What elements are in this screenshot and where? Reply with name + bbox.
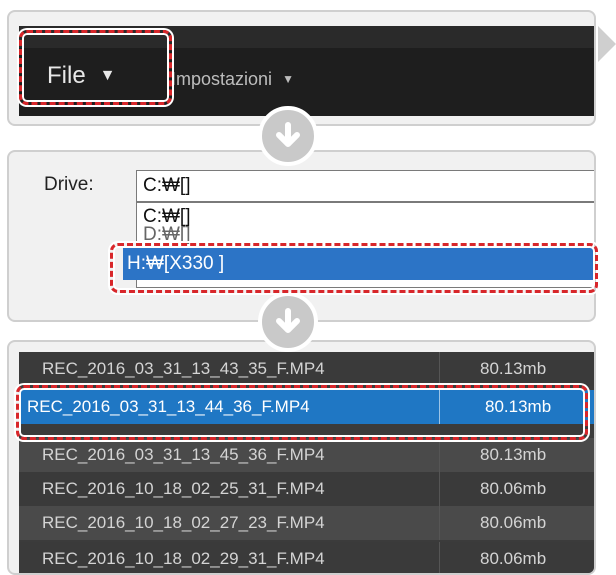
file-name: REC_2016_03_31_13_43_35_F.MP4 (42, 359, 325, 378)
file-row[interactable]: REC_2016_10_18_02_27_23_F.MP4 80.06mb (19, 506, 594, 540)
file-row-selected[interactable]: REC_2016_03_31_13_44_36_F.MP4 80.13mb (19, 390, 594, 424)
file-size: 80.06mb (439, 472, 594, 506)
caret-down-icon: ▼ (282, 72, 294, 86)
file-name: REC_2016_10_18_02_27_23_F.MP4 (42, 513, 325, 532)
file-row[interactable]: REC_2016_10_18_02_29_31_F.MP4 80.06mb (19, 542, 594, 573)
file-row[interactable]: REC_2016_03_31_13_43_35_F.MP4 80.13mb (19, 352, 594, 386)
file-size: 80.13mb (439, 352, 594, 386)
arrow-down-circle-icon (258, 106, 318, 166)
caret-down-icon: ▼ (99, 67, 116, 84)
file-name: REC_2016_10_18_02_25_31_F.MP4 (42, 479, 325, 498)
file-name: REC_2016_03_31_13_44_36_F.MP4 (27, 397, 310, 416)
file-menu[interactable]: File ▼ (25, 46, 160, 106)
settings-menu[interactable]: Impostazioni ▼ (171, 64, 294, 94)
settings-menu-label: Impostazioni (171, 68, 273, 89)
file-list-panel: REC_2016_03_31_13_43_35_F.MP4 80.13mb RE… (7, 340, 596, 575)
file-row[interactable]: REC_2016_03_31_13_45_36_F.MP4 80.13mb (19, 438, 594, 472)
file-name: REC_2016_03_31_13_45_36_F.MP4 (42, 445, 325, 464)
arrow-down-circle-icon (258, 292, 318, 352)
file-row[interactable]: REC_2016_10_18_02_25_31_F.MP4 80.06mb (19, 472, 594, 506)
file-size: 80.13mb (439, 390, 594, 424)
menu-bar: File ▼ Impostazioni ▼ (19, 26, 594, 116)
file-list: REC_2016_03_31_13_43_35_F.MP4 80.13mb RE… (19, 352, 594, 573)
file-size: 80.06mb (439, 542, 594, 573)
drive-option[interactable]: D:₩[] (137, 223, 191, 247)
drive-select[interactable]: C:₩[] (136, 170, 594, 202)
file-menu-label: File (47, 62, 86, 89)
file-size: 80.06mb (439, 506, 594, 540)
drive-label: Drive: (44, 174, 94, 195)
file-name: REC_2016_10_18_02_29_31_F.MP4 (42, 549, 325, 568)
triangle-right-icon (598, 26, 616, 62)
drive-option-selected[interactable]: H:₩[X330 ] (123, 248, 594, 280)
file-size: 80.13mb (439, 438, 594, 472)
